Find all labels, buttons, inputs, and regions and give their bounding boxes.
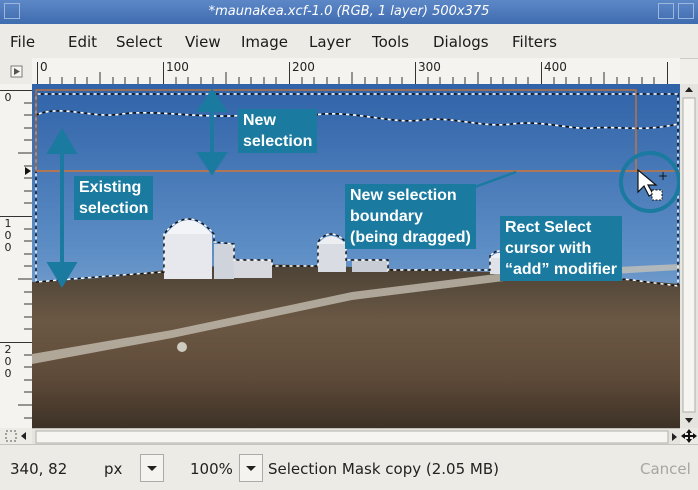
menu-view[interactable]: View <box>185 33 221 51</box>
rect-select-add-cursor-icon: + <box>637 168 668 201</box>
window-maximize-button[interactable] <box>658 3 674 19</box>
ruler-vlabel-200-a: 2 <box>4 343 12 356</box>
ruler-vlabel-0: 0 <box>4 91 12 104</box>
ruler-vlabel-100-b: 0 <box>4 229 12 242</box>
quick-mask-toggle[interactable] <box>0 428 32 444</box>
ruler-vlabel-200-c: 0 <box>4 367 12 380</box>
ruler-label-300: 300 <box>418 60 441 74</box>
zoom-dropdown-button[interactable] <box>239 454 263 482</box>
vertical-ruler[interactable]: 0 1 0 0 2 0 0 <box>0 84 33 428</box>
ruler-label-100: 100 <box>166 60 189 74</box>
menu-dialogs[interactable]: Dialogs <box>433 33 489 51</box>
window-title: *maunakea.xcf-1.0 (RGB, 1 layer) 500x375 <box>208 4 490 19</box>
horizontal-ruler[interactable]: 0 100 200 300 400 <box>32 58 680 85</box>
menu-layer[interactable]: Layer <box>309 33 351 51</box>
ruler-label-400: 400 <box>544 60 567 74</box>
scroll-down-icon <box>685 418 693 423</box>
unit-dropdown-button[interactable] <box>140 454 164 482</box>
callout-existing-selection: Existing selection <box>74 176 154 220</box>
callout-new-selection: New selection <box>238 109 318 153</box>
menu-image[interactable]: Image <box>241 33 288 51</box>
menu-file[interactable]: File <box>10 33 35 51</box>
image-canvas[interactable]: + New selection Existing selection New s… <box>32 84 680 428</box>
move-arrows-icon <box>681 429 697 443</box>
menu-select[interactable]: Select <box>116 33 162 51</box>
callout-cursor: Rect Select cursor with “add” modifier <box>500 216 623 281</box>
vertical-scrollbar[interactable] <box>680 84 698 428</box>
svg-text:+: + <box>658 169 668 183</box>
menu-tools[interactable]: Tools <box>372 33 409 51</box>
status-message: Selection Mask copy (2.05 MB) <box>268 460 499 478</box>
menubar: File Edit Select View Image Layer Tools … <box>0 24 698 59</box>
ruler-vlabel-100-c: 0 <box>4 241 12 254</box>
callout-boundary: New selection boundary (being dragged) <box>345 184 476 249</box>
navigate-button[interactable] <box>680 428 698 444</box>
window-titlebar[interactable]: *maunakea.xcf-1.0 (RGB, 1 layer) 500x375 <box>0 0 698 24</box>
pointer-coordinates: 340, 82 <box>10 460 68 478</box>
statusbar: 340, 82 px 100% Selection Mask copy (2.0… <box>0 444 698 490</box>
scroll-right-icon <box>672 433 677 441</box>
triangle-right-icon <box>10 65 23 78</box>
ruler-label-200: 200 <box>292 60 315 74</box>
ruler-vlabel-100-a: 1 <box>4 217 12 230</box>
unit-selector[interactable]: px <box>104 460 122 478</box>
window-close-button[interactable] <box>678 3 694 19</box>
menu-filters[interactable]: Filters <box>512 33 557 51</box>
scroll-up-icon <box>685 87 693 92</box>
horizontal-scrollbar[interactable] <box>32 428 680 445</box>
cancel-button[interactable]: Cancel <box>640 460 691 478</box>
image-menu-button[interactable] <box>0 58 33 85</box>
ruler-vlabel-200-b: 0 <box>4 355 12 368</box>
zoom-level[interactable]: 100% <box>190 460 233 478</box>
menu-edit[interactable]: Edit <box>68 33 97 51</box>
ruler-label-0: 0 <box>40 60 48 74</box>
chevron-down-icon <box>147 466 157 471</box>
chevron-down-icon <box>246 466 256 471</box>
